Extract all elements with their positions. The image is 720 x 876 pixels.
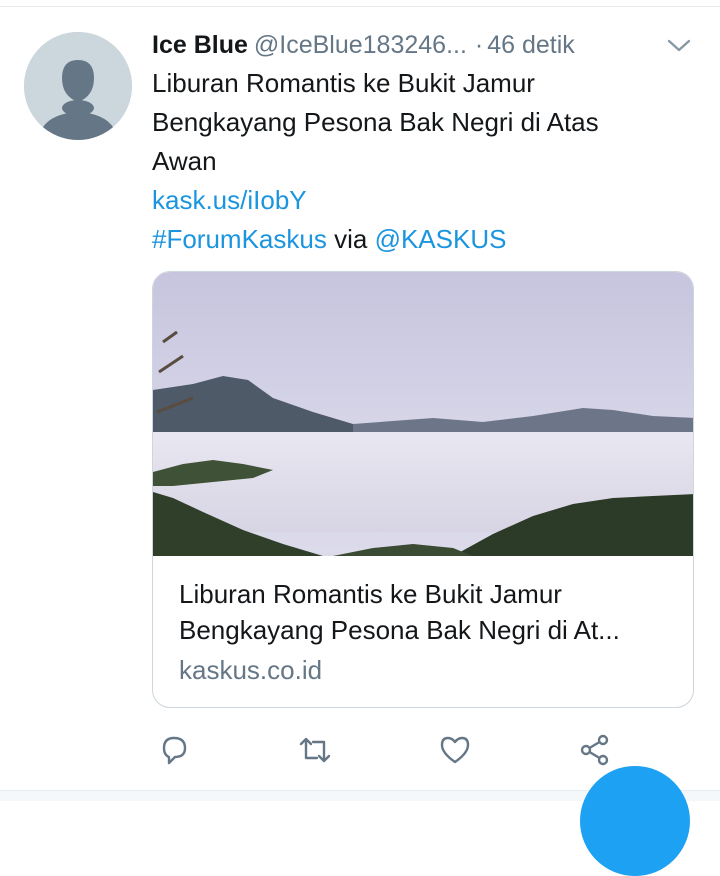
- link-preview-card[interactable]: Liburan Romantis ke Bukit Jamur Bengkaya…: [152, 271, 694, 708]
- card-title: Liburan Romantis ke Bukit Jamur Bengkaya…: [179, 576, 679, 648]
- card-image: [153, 272, 693, 556]
- default-avatar-icon: [24, 32, 132, 140]
- tweet-text-line: Bengkayang Pesona Bak Negri di Atas: [152, 107, 599, 137]
- card-body: Liburan Romantis ke Bukit Jamur Bengkaya…: [179, 576, 679, 688]
- card-domain: kaskus.co.id: [179, 655, 323, 685]
- avatar[interactable]: [24, 32, 132, 140]
- mention-link[interactable]: @KASKUS: [375, 224, 507, 254]
- retweet-icon: [299, 737, 331, 763]
- tweet-text: Liburan Romantis ke Bukit Jamur Bengkaya…: [152, 64, 692, 259]
- hashtag-link[interactable]: #ForumKaskus: [152, 224, 327, 254]
- reply-icon: [162, 736, 187, 765]
- heart-icon: [440, 736, 470, 764]
- author-handle[interactable]: @IceBlue183246...: [254, 31, 467, 59]
- share-button[interactable]: [577, 732, 613, 768]
- chevron-down-icon: [667, 39, 691, 52]
- author-name[interactable]: Ice Blue: [152, 31, 248, 59]
- reply-button[interactable]: [156, 732, 192, 768]
- tweet-actions: [0, 732, 720, 768]
- card-title-line: Bengkayang Pesona Bak Negri di At...: [179, 615, 620, 645]
- compose-tweet-button[interactable]: [580, 766, 690, 876]
- tweet-text-line: Awan: [152, 146, 217, 176]
- card-title-line: Liburan Romantis ke Bukit Jamur: [179, 579, 562, 609]
- via-text: via: [334, 224, 368, 254]
- tweet-text-line: Liburan Romantis ke Bukit Jamur: [152, 68, 535, 98]
- landscape-photo-icon: [153, 272, 693, 556]
- short-link[interactable]: kask.us/iIobY: [152, 185, 307, 215]
- like-button[interactable]: [437, 732, 473, 768]
- top-divider: [0, 6, 720, 7]
- share-icon: [580, 734, 609, 766]
- timestamp[interactable]: 46 detik: [487, 31, 575, 59]
- tweet-header: Ice Blue @IceBlue183246... · 46 detik: [152, 28, 652, 62]
- more-options-button[interactable]: [666, 36, 692, 56]
- retweet-button[interactable]: [297, 732, 333, 768]
- separator-dot: ·: [474, 31, 484, 59]
